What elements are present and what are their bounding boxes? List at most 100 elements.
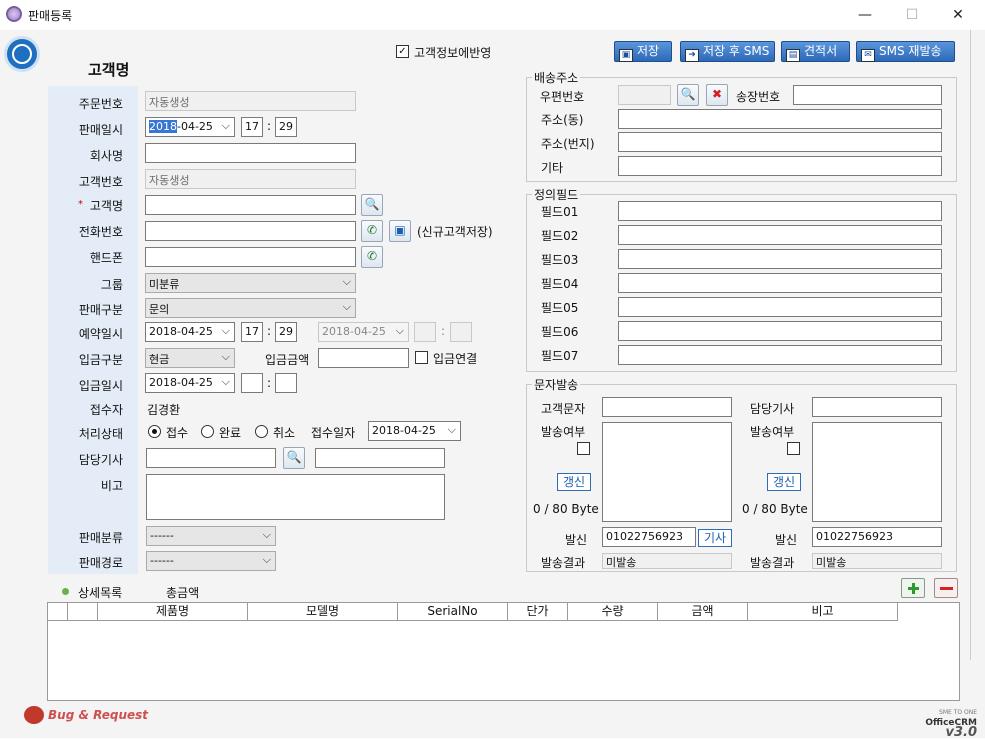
close-button[interactable]: ✕ [943, 4, 973, 26]
status-radio-cancel[interactable] [255, 425, 268, 438]
payment-link-checkbox[interactable] [415, 351, 428, 364]
delete-row-button[interactable] [934, 578, 958, 598]
title-bar: 판매등록 — ☐ ✕ [0, 0, 985, 30]
payment-date-picker[interactable]: 2018-04-25 ⌵ [145, 373, 235, 393]
tech-refresh-button[interactable]: 갱신 [767, 473, 801, 491]
new-customer-save-button[interactable]: ▣ [389, 220, 411, 242]
field06-input[interactable] [618, 321, 942, 341]
search-icon: 🔍 [364, 197, 380, 211]
column-header-memo[interactable]: 비고 [748, 603, 898, 621]
payment-type-select[interactable]: 현금 ⌵ [145, 348, 235, 368]
group-select[interactable]: 미분류 ⌵ [145, 273, 356, 293]
search-icon: 🔍 [286, 450, 302, 464]
bug-icon[interactable] [24, 706, 44, 724]
group-label: 그룹 [100, 278, 123, 292]
technician-field[interactable] [146, 448, 276, 468]
address1-field[interactable] [618, 109, 942, 129]
reservation-date-picker[interactable]: 2018-04-25 ⌵ [145, 322, 235, 342]
field04-label: 필드04 [541, 277, 579, 291]
reservation-minute-field[interactable]: 29 [275, 322, 297, 342]
sale-route-label: 판매경로 [78, 556, 123, 570]
column-header-model[interactable]: 모델명 [248, 603, 398, 621]
search-icon: 🔍 [680, 87, 696, 101]
technician-sender-button[interactable]: 기사 [698, 529, 732, 547]
field05-input[interactable] [618, 297, 942, 317]
customer-sender-field[interactable]: 01022756923 [602, 527, 696, 547]
column-header-amount[interactable]: 금액 [658, 603, 748, 621]
field01-input[interactable] [618, 201, 942, 221]
quote-button[interactable]: ▤ 견적서 [781, 41, 850, 62]
sale-minute-field[interactable]: 29 [275, 117, 297, 137]
sale-type-select[interactable]: 문의 ⌵ [145, 298, 356, 318]
column-header[interactable] [68, 603, 98, 621]
sale-hour-field[interactable]: 17 [241, 117, 263, 137]
status-radio-complete[interactable] [201, 425, 214, 438]
etc-label: 기타 [541, 161, 564, 175]
technician-search-button[interactable]: 🔍 [283, 447, 305, 469]
column-header-product[interactable]: 제품명 [98, 603, 248, 621]
field04-input[interactable] [618, 273, 942, 293]
sale-route-select[interactable]: ------ ⌵ [146, 551, 276, 571]
status-option-complete: 완료 [219, 426, 242, 440]
company-field[interactable] [145, 143, 356, 163]
tech-sender-field[interactable]: 01022756923 [812, 527, 942, 547]
payment-hour-field[interactable] [241, 373, 263, 393]
sale-class-select[interactable]: ------ ⌵ [146, 526, 276, 546]
zip-search-button[interactable]: 🔍 [677, 84, 699, 106]
bug-report-link[interactable]: Bug & Request [48, 708, 148, 722]
tech-sms-target-field[interactable] [812, 397, 942, 417]
reservation-hour-field[interactable]: 17 [241, 322, 263, 342]
payment-amount-field[interactable] [318, 348, 409, 368]
maximize-button[interactable]: ☐ [897, 4, 927, 26]
reflect-customer-checkbox[interactable]: ✓ [396, 45, 409, 58]
column-header[interactable] [48, 603, 68, 621]
customer-sms-target-field[interactable] [602, 397, 732, 417]
customer-name-field[interactable] [145, 195, 356, 215]
memo-textarea[interactable] [146, 474, 445, 520]
tech-sms-message[interactable] [812, 422, 942, 522]
zip-clear-button[interactable]: ✖ [706, 84, 728, 106]
save-sms-button[interactable]: ➜ 저장 후 SMS [680, 41, 775, 62]
close-icon: ✖ [711, 87, 723, 101]
invoice-field[interactable] [793, 85, 942, 105]
column-header-price[interactable]: 단가 [508, 603, 568, 621]
sale-date-picker[interactable]: 2018-04-25 ⌵ [145, 117, 235, 137]
customer-send-label: 발송여부 [541, 425, 586, 439]
technician-detail-field[interactable] [315, 448, 445, 468]
bullet-icon [62, 588, 69, 595]
customer-sms-message[interactable] [602, 422, 732, 522]
tech-send-checkbox[interactable] [787, 442, 800, 455]
customer-no-label: 고객번호 [78, 175, 123, 189]
status-radio-received[interactable] [148, 425, 161, 438]
reservation-label: 예약일시 [78, 327, 123, 341]
save-button[interactable]: ▣ 저장 [614, 41, 672, 62]
field03-input[interactable] [618, 249, 942, 269]
sale-type-label: 판매구분 [78, 303, 123, 317]
chevron-down-icon: ⌵ [342, 275, 351, 288]
phone-field[interactable] [145, 221, 356, 241]
payment-minute-field[interactable] [275, 373, 297, 393]
etc-field[interactable] [618, 156, 942, 176]
mobile-call-button[interactable]: ✆ [361, 246, 383, 268]
customer-search-button[interactable]: 🔍 [361, 194, 383, 216]
receipt-date-picker[interactable]: 2018-04-25 ⌵ [368, 421, 461, 441]
phone-call-button[interactable]: ✆ [361, 220, 383, 242]
field02-input[interactable] [618, 225, 942, 245]
reservation-end-hour-field [414, 322, 436, 342]
chevron-down-icon: ⌵ [221, 375, 230, 388]
add-row-button[interactable] [901, 578, 925, 598]
field03-label: 필드03 [541, 253, 579, 267]
detail-table[interactable]: 제품명 모델명 SerialNo 단가 수량 금액 비고 [47, 602, 960, 701]
column-header-quantity[interactable]: 수량 [568, 603, 658, 621]
receipt-date-label: 접수일자 [311, 426, 356, 440]
chevron-down-icon: ⌵ [221, 324, 230, 337]
mobile-field[interactable] [145, 247, 356, 267]
column-header-serial[interactable]: SerialNo [398, 603, 508, 621]
minimize-button[interactable]: — [850, 4, 880, 26]
window-title: 판매등록 [28, 9, 73, 23]
customer-send-checkbox[interactable] [577, 442, 590, 455]
sms-resend-button[interactable]: ✉ SMS 재발송 [856, 41, 955, 62]
field07-input[interactable] [618, 345, 942, 365]
customer-refresh-button[interactable]: 갱신 [557, 473, 591, 491]
address2-field[interactable] [618, 132, 942, 152]
